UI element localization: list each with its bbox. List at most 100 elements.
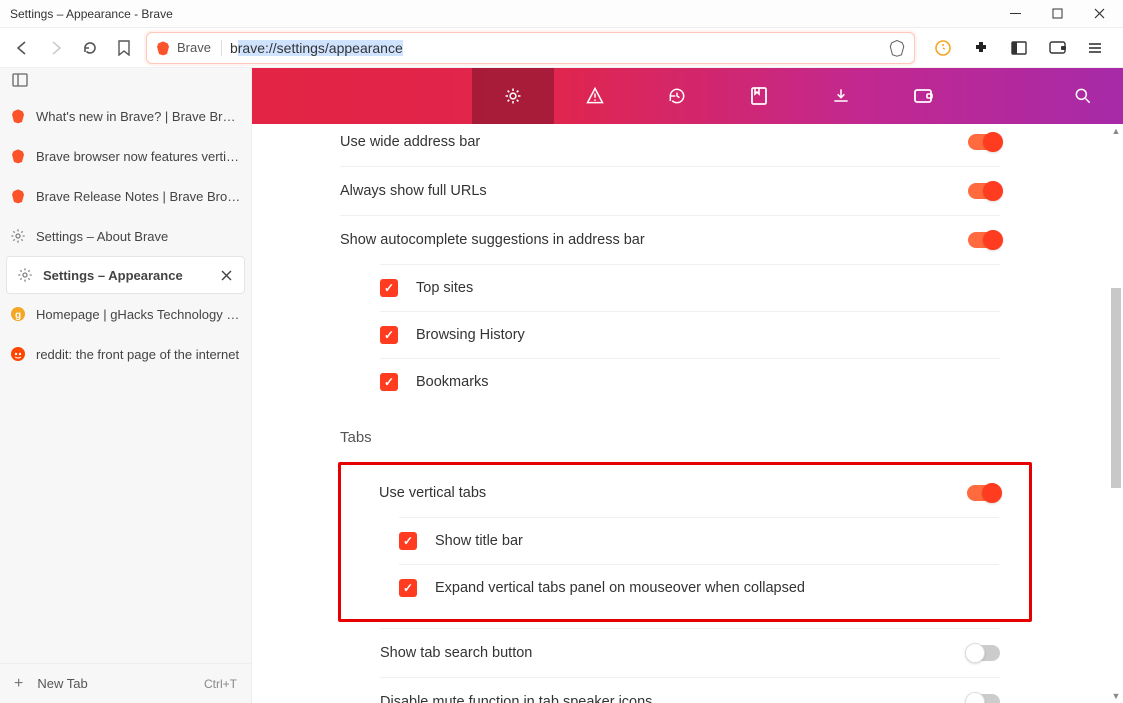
vertical-tab[interactable]: Brave Release Notes | Brave Browser: [0, 176, 251, 216]
tab-title: Homepage | gHacks Technology News: [36, 307, 241, 322]
new-tab-label: New Tab: [37, 676, 87, 691]
svg-text:g: g: [15, 310, 21, 321]
new-tab-button[interactable]: + New Tab Ctrl+T: [0, 663, 251, 703]
setting-row-autocomplete: Show autocomplete suggestions in address…: [340, 215, 1000, 264]
nav-bookmarks-icon[interactable]: [718, 68, 800, 124]
address-bar[interactable]: Brave brave://settings/appearance: [146, 32, 915, 64]
settings-body[interactable]: Use wide address bar Always show full UR…: [252, 124, 1123, 703]
vertical-tab-active[interactable]: Settings – Appearance: [6, 256, 245, 294]
tab-list: What's new in Brave? | Brave Browser Bra…: [0, 92, 251, 663]
favicon-brave-icon: [10, 148, 26, 164]
nav-search-icon[interactable]: [1043, 68, 1123, 124]
checkbox-top-sites[interactable]: ✓: [380, 279, 398, 297]
checkbox-expand[interactable]: ✓: [399, 579, 417, 597]
site-identity-label: Brave: [177, 40, 211, 55]
settings-nav: [252, 68, 1123, 124]
url-text: brave://settings/appearance: [230, 40, 403, 56]
scrollbar-track[interactable]: [1109, 138, 1123, 689]
brave-shields-icon[interactable]: [888, 39, 906, 57]
window-titlebar: Settings – Appearance - Brave: [0, 0, 1123, 28]
section-header-tabs: Tabs: [340, 405, 1000, 456]
bookmark-button[interactable]: [112, 36, 136, 60]
toggle-tab-search[interactable]: [968, 645, 1000, 661]
vertical-tabs-panel: What's new in Brave? | Brave Browser Bra…: [0, 68, 252, 703]
scrollbar-thumb[interactable]: [1111, 288, 1121, 488]
settings-page: Use wide address bar Always show full UR…: [252, 68, 1123, 703]
extensions-button[interactable]: [969, 36, 993, 60]
highlight-box: Use vertical tabs ✓ Show title bar ✓ Exp…: [338, 462, 1032, 622]
favicon-reddit-icon: [10, 346, 26, 362]
setting-label: Always show full URLs: [340, 183, 968, 199]
toggle-disable-mute[interactable]: [968, 694, 1000, 703]
setting-label: Top sites: [416, 280, 473, 296]
setting-label: Use wide address bar: [340, 134, 968, 150]
setting-row-tab-search: Show tab search button: [380, 628, 1000, 677]
plus-icon: +: [14, 675, 23, 693]
tab-title: What's new in Brave? | Brave Browser: [36, 109, 241, 124]
setting-label: Bookmarks: [416, 374, 489, 390]
browser-toolbar: Brave brave://settings/appearance: [0, 28, 1123, 68]
vertical-tab[interactable]: g Homepage | gHacks Technology News: [0, 294, 251, 334]
window-maximize-button[interactable]: [1037, 2, 1077, 26]
setting-label: Browsing History: [416, 327, 525, 343]
favicon-brave-icon: [10, 108, 26, 124]
setting-row-full-urls: Always show full URLs: [340, 166, 1000, 215]
site-identity[interactable]: Brave: [155, 40, 222, 56]
nav-downloads-icon[interactable]: [800, 68, 882, 124]
setting-subrow-top-sites: ✓ Top sites: [380, 264, 1000, 311]
vertical-tab[interactable]: reddit: the front page of the internet: [0, 334, 251, 374]
nav-history-icon[interactable]: [636, 68, 718, 124]
window-title: Settings – Appearance - Brave: [4, 7, 995, 21]
setting-subrow-history: ✓ Browsing History: [380, 311, 1000, 358]
tab-title: Settings – Appearance: [43, 268, 209, 283]
vertical-tab[interactable]: Brave browser now features vertical tabs: [0, 136, 251, 176]
scrollbar[interactable]: ▲ ▼: [1109, 124, 1123, 703]
setting-subrow-expand: ✓ Expand vertical tabs panel on mouseove…: [399, 564, 999, 611]
favicon-brave-icon: [10, 188, 26, 204]
favicon-gear-icon: [17, 267, 33, 283]
setting-row-disable-mute: Disable mute function in tab speaker ico…: [380, 677, 1000, 703]
checkbox-history[interactable]: ✓: [380, 326, 398, 344]
nav-wallet-icon[interactable]: [882, 68, 964, 124]
tab-title: Brave browser now features vertical tabs: [36, 149, 241, 164]
window-close-button[interactable]: [1079, 2, 1119, 26]
tab-title: Settings – About Brave: [36, 229, 241, 244]
nav-general-icon[interactable]: [472, 68, 554, 124]
back-button[interactable]: [10, 36, 34, 60]
tab-close-button[interactable]: [219, 270, 234, 281]
toggle-full-urls[interactable]: [968, 183, 1000, 199]
reload-button[interactable]: [78, 36, 102, 60]
tab-title: Brave Release Notes | Brave Browser: [36, 189, 241, 204]
wallet-button[interactable]: [1045, 36, 1069, 60]
setting-label: Disable mute function in tab speaker ico…: [380, 694, 968, 703]
rewards-button[interactable]: [931, 36, 955, 60]
panel-toggle-icon[interactable]: [8, 68, 32, 92]
app-menu-button[interactable]: [1083, 36, 1107, 60]
toggle-vertical-tabs[interactable]: [967, 485, 999, 501]
nav-shields-icon[interactable]: [554, 68, 636, 124]
scroll-up-icon[interactable]: ▲: [1109, 124, 1123, 138]
window-minimize-button[interactable]: [995, 2, 1035, 26]
checkbox-show-title[interactable]: ✓: [399, 532, 417, 550]
forward-button[interactable]: [44, 36, 68, 60]
toggle-autocomplete[interactable]: [968, 232, 1000, 248]
vertical-tab[interactable]: What's new in Brave? | Brave Browser: [0, 96, 251, 136]
setting-label: Show autocomplete suggestions in address…: [340, 232, 968, 248]
checkbox-bookmarks[interactable]: ✓: [380, 373, 398, 391]
favicon-ghacks-icon: g: [10, 306, 26, 322]
new-tab-shortcut: Ctrl+T: [204, 677, 237, 691]
setting-label: Use vertical tabs: [379, 485, 967, 501]
vertical-tab[interactable]: Settings – About Brave: [0, 216, 251, 256]
favicon-gear-icon: [10, 228, 26, 244]
setting-label: Show tab search button: [380, 645, 968, 661]
scroll-down-icon[interactable]: ▼: [1109, 689, 1123, 703]
sidebar-toggle-button[interactable]: [1007, 36, 1031, 60]
setting-label: Show title bar: [435, 533, 523, 549]
setting-subrow-bookmarks: ✓ Bookmarks: [380, 358, 1000, 405]
setting-row-wide-address: Use wide address bar: [340, 124, 1000, 166]
setting-row-vertical-tabs: Use vertical tabs: [379, 473, 999, 517]
tab-title: reddit: the front page of the internet: [36, 347, 241, 362]
setting-label: Expand vertical tabs panel on mouseover …: [435, 580, 805, 596]
setting-subrow-show-title: ✓ Show title bar: [399, 517, 999, 564]
toggle-wide-address[interactable]: [968, 134, 1000, 150]
